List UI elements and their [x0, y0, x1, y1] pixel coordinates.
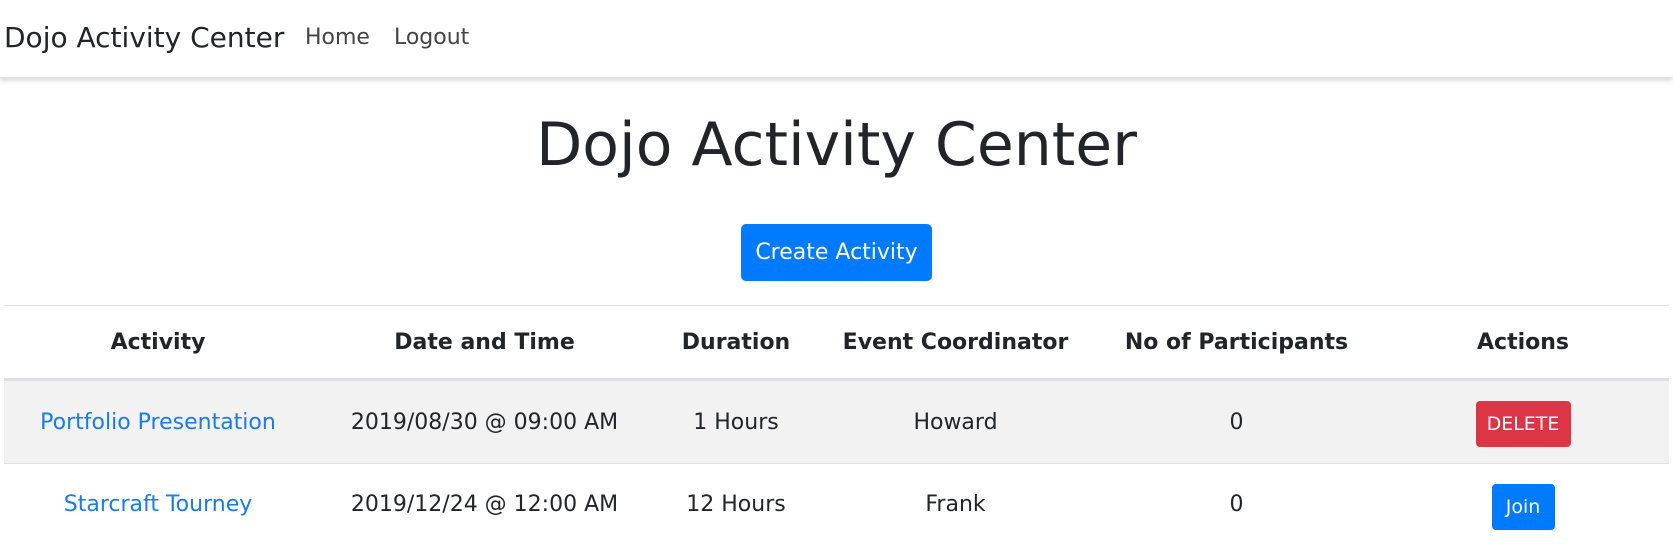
activity-link[interactable]: Starcraft Tourney — [64, 492, 253, 517]
table-row: Starcraft Tourney 2019/12/24 @ 12:00 AM … — [4, 464, 1669, 544]
cell-duration: 12 Hours — [657, 464, 815, 544]
nav-links: Home Logout — [305, 20, 493, 56]
cell-datetime: 2019/08/30 @ 09:00 AM — [312, 380, 657, 464]
join-button[interactable]: Join — [1492, 484, 1555, 530]
cell-activity: Starcraft Tourney — [4, 464, 312, 544]
cell-actions: Join — [1377, 464, 1669, 544]
cell-duration: 1 Hours — [657, 380, 815, 464]
cell-participants: 0 — [1096, 464, 1377, 544]
header-duration: Duration — [657, 306, 815, 380]
header-coordinator: Event Coordinator — [815, 306, 1096, 380]
nav-link-logout[interactable]: Logout — [394, 20, 469, 56]
activities-table: Activity Date and Time Duration Event Co… — [4, 305, 1669, 544]
header-activity: Activity — [4, 306, 312, 380]
create-activity-button[interactable]: Create Activity — [741, 224, 932, 281]
table-header-row: Activity Date and Time Duration Event Co… — [4, 306, 1669, 380]
page-title: Dojo Activity Center — [0, 100, 1673, 190]
cell-actions: DELETE — [1377, 380, 1669, 464]
cell-participants: 0 — [1096, 380, 1377, 464]
header-actions: Actions — [1377, 306, 1669, 380]
header-participants: No of Participants — [1096, 306, 1377, 380]
cell-coordinator: Howard — [815, 380, 1096, 464]
cell-activity: Portfolio Presentation — [4, 380, 312, 464]
navbar: Dojo Activity Center Home Logout — [0, 0, 1673, 78]
header-date-time: Date and Time — [312, 306, 657, 380]
delete-button[interactable]: DELETE — [1476, 401, 1571, 447]
activity-link[interactable]: Portfolio Presentation — [40, 410, 276, 435]
nav-link-home[interactable]: Home — [305, 20, 370, 56]
navbar-brand[interactable]: Dojo Activity Center — [4, 18, 284, 58]
cell-datetime: 2019/12/24 @ 12:00 AM — [312, 464, 657, 544]
cell-coordinator: Frank — [815, 464, 1096, 544]
table-row: Portfolio Presentation 2019/08/30 @ 09:0… — [4, 380, 1669, 464]
